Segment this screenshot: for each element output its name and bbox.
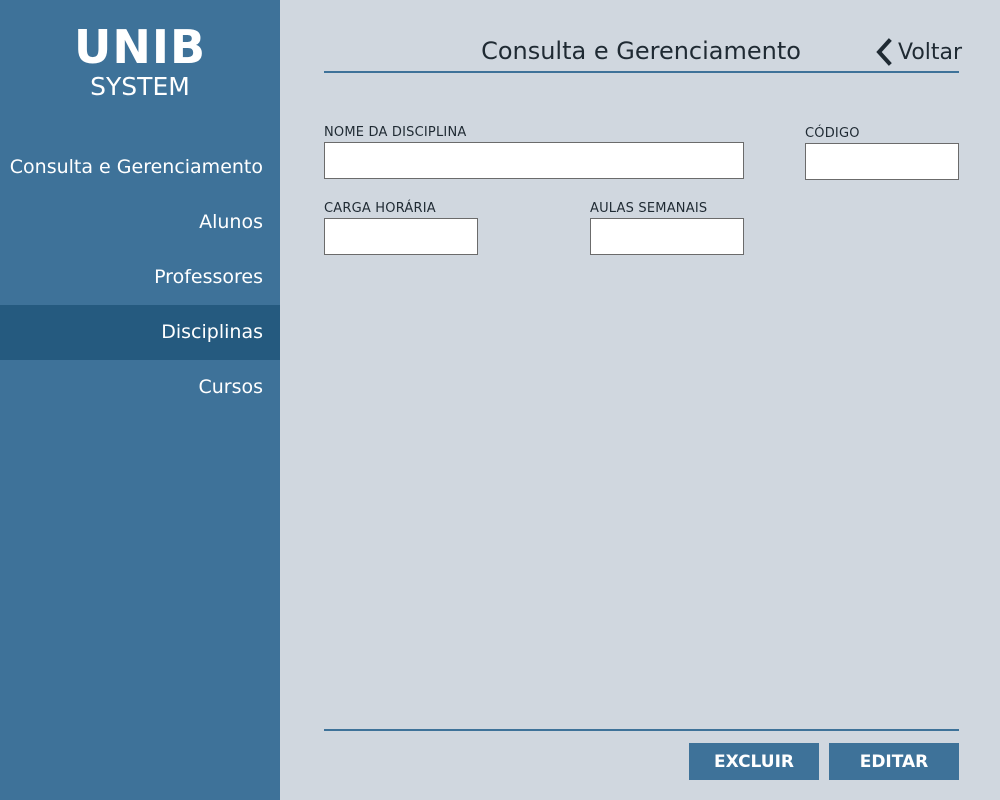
delete-button[interactable]: EXCLUIR <box>689 743 819 780</box>
sidebar: UNIB SYSTEM Consulta e Gerenciamento Alu… <box>0 0 280 800</box>
nome-disciplina-label: NOME DA DISCIPLINA <box>324 125 467 140</box>
logo: UNIB SYSTEM <box>0 22 280 102</box>
sidebar-item-consulta-gerenciamento[interactable]: Consulta e Gerenciamento <box>0 140 280 195</box>
back-label: Voltar <box>898 39 963 65</box>
nome-disciplina-input[interactable] <box>324 142 744 179</box>
carga-horaria-input[interactable] <box>324 218 478 255</box>
sidebar-item-disciplinas[interactable]: Disciplinas <box>0 305 280 360</box>
sidebar-item-cursos[interactable]: Cursos <box>0 360 280 415</box>
aulas-semanais-input[interactable] <box>590 218 744 255</box>
app-window: UNIB SYSTEM Consulta e Gerenciamento Alu… <box>0 0 1000 800</box>
logo-subtitle: SYSTEM <box>90 72 190 101</box>
sidebar-nav: Consulta e Gerenciamento Alunos Professo… <box>0 140 280 415</box>
codigo-input[interactable] <box>805 143 959 180</box>
back-button[interactable]: Voltar <box>876 36 962 68</box>
edit-button[interactable]: EDITAR <box>829 743 959 780</box>
aulas-semanais-label: AULAS SEMANAIS <box>590 201 708 216</box>
chevron-left-icon <box>876 38 892 66</box>
logo-title: UNIB <box>73 20 207 74</box>
page-title: Consulta e Gerenciamento <box>481 37 801 65</box>
footer-divider <box>324 729 959 731</box>
header-divider <box>324 71 959 73</box>
main-panel: Consulta e Gerenciamento Voltar NOME DA … <box>280 0 1000 800</box>
sidebar-item-alunos[interactable]: Alunos <box>0 195 280 250</box>
codigo-label: CÓDIGO <box>805 126 860 141</box>
carga-horaria-label: CARGA HORÁRIA <box>324 201 436 216</box>
sidebar-item-professores[interactable]: Professores <box>0 250 280 305</box>
